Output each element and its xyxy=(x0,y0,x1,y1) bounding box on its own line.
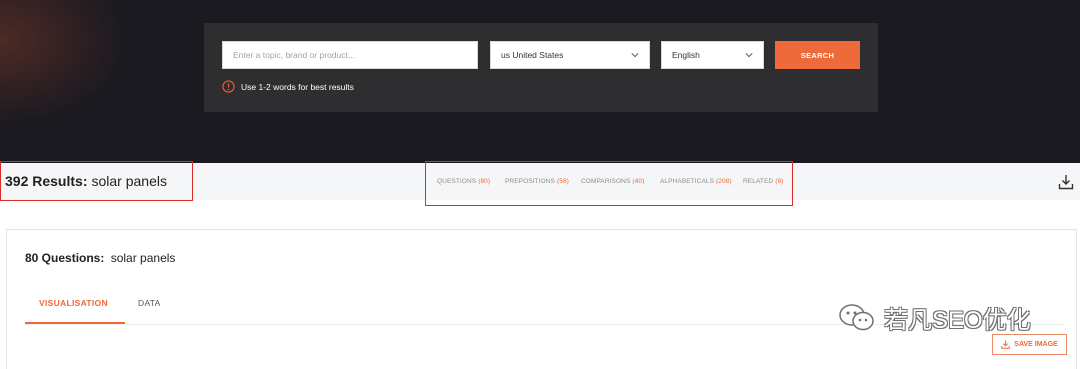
search-button[interactable]: SEARCH xyxy=(775,41,860,69)
tab-questions-label: QUESTIONS xyxy=(437,178,477,185)
tab-questions[interactable]: QUESTIONS (80) xyxy=(437,178,490,185)
tab-related-count: (8) xyxy=(775,178,784,185)
tab-prepositions-count: (56) xyxy=(556,178,569,185)
hero-header: us United States English SEARCH Use 1-2 … xyxy=(0,0,1080,163)
search-hint-text: Use 1-2 words for best results xyxy=(241,81,354,92)
topic-search-input[interactable] xyxy=(222,41,478,69)
save-image-button[interactable]: SAVE IMAGE xyxy=(992,334,1067,355)
warning-icon xyxy=(222,80,235,93)
results-title: 392 Results: solar panels xyxy=(0,161,193,201)
questions-card: 80 Questions: solar panels VISUALISATION… xyxy=(6,229,1077,369)
download-icon[interactable] xyxy=(1058,174,1074,190)
download-icon xyxy=(1001,340,1011,349)
tab-comparisons-label: COMPARISONS xyxy=(581,178,631,185)
language-select[interactable]: English xyxy=(661,41,764,69)
card-count: 80 Questions: xyxy=(25,251,105,265)
search-panel: us United States English SEARCH Use 1-2 … xyxy=(204,23,878,112)
tab-comparisons[interactable]: COMPARISONS (40) xyxy=(581,178,644,185)
wechat-icon xyxy=(839,303,874,330)
tab-related[interactable]: RELATED (8) xyxy=(743,178,783,185)
tab-alphabeticals[interactable]: ALPHABETICALS (208) xyxy=(660,178,732,185)
tab-comparisons-count: (40) xyxy=(632,178,645,185)
chevron-down-icon xyxy=(745,53,753,58)
tab-visualisation[interactable]: VISUALISATION xyxy=(39,298,108,308)
chevron-down-icon xyxy=(631,53,639,58)
tab-alphabeticals-count: (208) xyxy=(716,178,732,185)
country-select-value: us United States xyxy=(501,50,564,60)
tab-data[interactable]: DATA xyxy=(138,298,161,308)
results-keyword: solar panels xyxy=(91,173,167,189)
card-keyword: solar panels xyxy=(110,251,176,265)
tab-questions-count: (80) xyxy=(478,178,491,185)
language-select-value: English xyxy=(672,50,700,60)
country-select[interactable]: us United States xyxy=(490,41,650,69)
card-title: 80 Questions: solar panels xyxy=(25,251,175,265)
watermark-text: 若凡SEO优化 xyxy=(884,307,1031,334)
tab-alphabeticals-label: ALPHABETICALS xyxy=(660,178,715,185)
save-image-label: SAVE IMAGE xyxy=(1014,341,1058,348)
tab-prepositions-label: PREPOSITIONS xyxy=(505,178,555,185)
search-hint: Use 1-2 words for best results xyxy=(222,80,354,93)
tab-related-label: RELATED xyxy=(743,178,774,185)
results-count: 392 Results: xyxy=(5,173,88,189)
watermark: 若凡SEO优化 xyxy=(838,300,1031,335)
tab-prepositions[interactable]: PREPOSITIONS (56) xyxy=(505,178,569,185)
